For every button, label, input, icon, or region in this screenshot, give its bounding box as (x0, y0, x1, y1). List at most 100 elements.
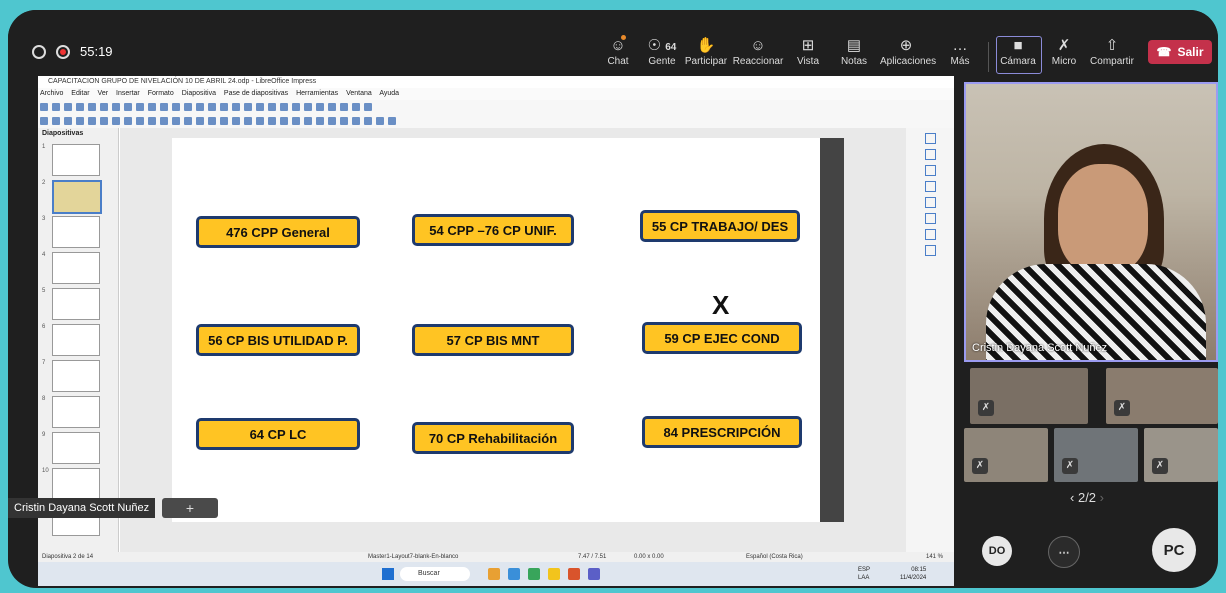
menu-ventana[interactable]: Ventana (346, 90, 372, 97)
taskbar-clock: 08:15 11/4/2024 (900, 567, 927, 581)
taskbar-search[interactable]: Buscar (400, 567, 470, 581)
teams-icon[interactable] (588, 568, 600, 580)
speaker-face (1058, 164, 1148, 274)
leave-button[interactable]: ☎ Salir (1148, 40, 1212, 64)
slide-box[interactable]: 55 CP TRABAJO/ DES (640, 210, 800, 242)
mic-off-icon: ✗ (1057, 37, 1071, 54)
speaker-name: Cristin Dayana Scott Nuñez (972, 342, 1108, 354)
participant-pager[interactable]: ‹ 2/2 › (1070, 490, 1104, 505)
avatar[interactable]: PC (1152, 528, 1196, 572)
slide-box[interactable]: 56 CP BIS UTILIDAD P. (196, 324, 360, 356)
menu-pase[interactable]: Pase de diapositivas (224, 90, 288, 97)
slide-thumb[interactable] (52, 360, 100, 392)
status-layout: Master1-Layout7-blank-En-blanco (368, 554, 459, 560)
standard-toolbar[interactable] (38, 100, 954, 114)
windows-taskbar: Buscar ESP LAA 08:15 11/4/2024 (38, 562, 954, 586)
share-icon: ⇧ (1105, 37, 1119, 54)
slide-thumb[interactable] (52, 288, 100, 320)
camera-off-icon: ■ (1013, 37, 1023, 54)
menu-bar: Archivo Editar Ver Insertar Formato Diap… (38, 88, 954, 100)
slide-box[interactable]: 476 CPP General (196, 216, 360, 248)
slide-box[interactable]: 57 CP BIS MNT (412, 324, 574, 356)
raise-hand-icon: ✋ (696, 37, 716, 54)
menu-archivo[interactable]: Archivo (40, 90, 63, 97)
recording-icon (56, 44, 70, 59)
menu-formato[interactable]: Formato (148, 90, 174, 97)
windows-start-icon[interactable] (382, 568, 394, 580)
drawing-toolbar[interactable] (38, 114, 954, 128)
participant-tile[interactable]: ✗ (970, 368, 1088, 424)
view-button[interactable]: ⊞ Vista (782, 36, 834, 67)
menu-ayuda[interactable]: Ayuda (379, 90, 399, 97)
slide-thumb[interactable] (52, 252, 100, 284)
toolbar-divider (988, 42, 989, 72)
participant-tile[interactable]: ✗ (964, 428, 1048, 482)
avatar[interactable]: DO (982, 536, 1012, 566)
participant-tile[interactable]: ✗ (1106, 368, 1218, 424)
notes-button[interactable]: ▤ Notas (828, 36, 880, 67)
phone-hangup-icon: ☎ (1156, 45, 1172, 59)
slide-canvas[interactable]: 476 CPP General 54 CPP –76 CP UNIF. 55 C… (172, 138, 820, 522)
mic-off-icon: ✗ (978, 400, 994, 416)
chevron-right-icon[interactable]: › (1100, 490, 1104, 505)
shield-icon (32, 44, 46, 59)
slide-box[interactable]: 54 CPP –76 CP UNIF. (412, 214, 574, 246)
mic-button[interactable]: ✗ Micro (1038, 36, 1090, 67)
status-position: 7.47 / 7.51 (578, 554, 607, 560)
apps-button[interactable]: ⊕ Aplicaciones (880, 36, 936, 67)
x-mark: X (712, 290, 730, 320)
meeting-toolbar: 55:19 ☺ Chat ☉ 64 Gente ✋ Participar ☺ R… (8, 10, 1218, 76)
people-count: 64 (665, 42, 677, 53)
mic-off-icon: ✗ (1152, 458, 1168, 474)
more-participants-icon[interactable]: ⋯ (1048, 536, 1080, 568)
meeting-timer: 55:19 (80, 44, 113, 59)
slide-box[interactable]: 59 CP EJEC COND (642, 322, 802, 354)
slide-thumb[interactable] (52, 216, 100, 248)
chevron-left-icon[interactable]: ‹ (1070, 490, 1074, 505)
menu-ver[interactable]: Ver (98, 90, 109, 97)
participant-tile[interactable]: ✗ (1144, 428, 1218, 482)
slide-box[interactable]: 70 CP Rehabilitación (412, 422, 574, 454)
raise-hand-button[interactable]: ✋ Participar (680, 36, 732, 67)
sidebar-deck[interactable] (906, 128, 954, 552)
slides-pane-title: Diapositivas (42, 130, 84, 137)
menu-editar[interactable]: Editar (71, 90, 89, 97)
slides-pane: Diapositivas 1 2 3 4 5 6 7 8 9 10 11 (38, 128, 119, 552)
participant-tile[interactable]: ✗ (1054, 428, 1138, 482)
files-icon[interactable] (548, 568, 560, 580)
notes-icon: ▤ (846, 37, 862, 54)
slide-thumb[interactable] (52, 324, 100, 356)
folder-icon[interactable] (488, 568, 500, 580)
slide-thumb[interactable] (52, 396, 100, 428)
status-bar: Diapositiva 2 de 14 Master1-Layout7-blan… (38, 552, 954, 562)
slide-thumb[interactable] (52, 432, 100, 464)
share-button[interactable]: ⇧ Compartir (1086, 36, 1138, 67)
menu-diapositiva[interactable]: Diapositiva (182, 90, 216, 97)
emoji-icon: ☺ (750, 37, 766, 54)
status-slide: Diapositiva 2 de 14 (42, 554, 94, 560)
meeting-window: 55:19 ☺ Chat ☉ 64 Gente ✋ Participar ☺ R… (8, 10, 1218, 588)
menu-herramientas[interactable]: Herramientas (296, 90, 338, 97)
presenter-name-tag: Cristin Dayana Scott Nuñez (8, 498, 156, 518)
slide-thumb[interactable] (52, 144, 100, 176)
status-zoom: 141 % (926, 554, 944, 560)
slide-box[interactable]: 84 PRESCRIPCIÓN (642, 416, 802, 448)
presenter-add-button[interactable]: + (162, 498, 218, 518)
mic-off-icon: ✗ (1114, 400, 1130, 416)
mic-off-icon: ✗ (972, 458, 988, 474)
window-title: CAPACITACION GRUPO DE NIVELACIÓN 10 DE A… (38, 76, 954, 88)
chrome-icon[interactable] (528, 568, 540, 580)
status-language: Español (Costa Rica) (746, 554, 803, 560)
menu-insertar[interactable]: Insertar (116, 90, 140, 97)
camera-button[interactable]: ■ Cámara (992, 36, 1044, 67)
impress-icon[interactable] (568, 568, 580, 580)
edge-icon[interactable] (508, 568, 520, 580)
apps-icon: ⊕ (899, 37, 913, 54)
main-speaker-video[interactable]: Cristin Dayana Scott Nuñez (964, 82, 1218, 362)
more-button[interactable]: … Más (934, 36, 986, 67)
slide-box[interactable]: 64 CP LC (196, 418, 360, 450)
slide-workarea: 476 CPP General 54 CPP –76 CP UNIF. 55 C… (120, 128, 906, 552)
slide-thumb[interactable] (52, 468, 100, 500)
react-button[interactable]: ☺ Reaccionar (732, 36, 784, 67)
slide-thumb-selected[interactable] (52, 180, 102, 214)
